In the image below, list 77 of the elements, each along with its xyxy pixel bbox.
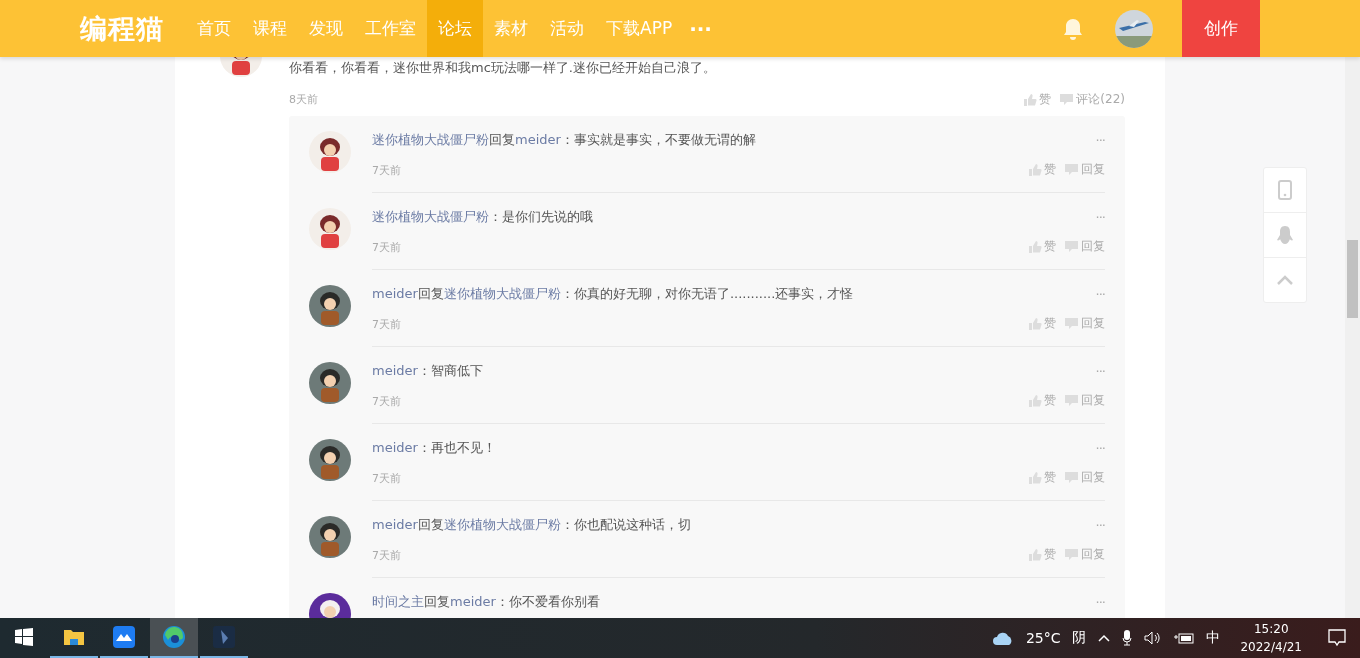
thumbs-up-icon: [1027, 393, 1042, 408]
reply-time: 7天前: [372, 163, 401, 178]
speaker-icon[interactable]: [1144, 631, 1163, 645]
more-menu[interactable]: ···: [689, 16, 712, 41]
nav-tab[interactable]: 首页: [186, 0, 242, 57]
nav-tab[interactable]: 素材: [483, 0, 539, 57]
speech-bubble-icon: [1064, 162, 1079, 177]
reply-text: meider回复迷你植物大战僵尸粉：你也配说这种话，切: [372, 516, 691, 534]
comment-link[interactable]: 回复: [1081, 546, 1105, 563]
reply-text: meider：智商低下: [372, 362, 483, 380]
nav-tab[interactable]: 工作室: [354, 0, 427, 57]
thumbs-up-icon: [1027, 162, 1042, 177]
more-menu[interactable]: ···: [1095, 594, 1105, 610]
like-link[interactable]: 赞: [1044, 315, 1056, 332]
app-icon: [113, 626, 135, 648]
speech-bubble-icon: [1064, 547, 1079, 562]
microphone-icon[interactable]: [1122, 630, 1133, 646]
reply-time: 7天前: [372, 548, 401, 563]
speech-bubble-icon: [1064, 470, 1079, 485]
temperature: 25°C: [1025, 630, 1061, 646]
more-menu[interactable]: ···: [1095, 132, 1105, 148]
like-link[interactable]: 赞: [1044, 238, 1056, 255]
nav-tab[interactable]: 发现: [298, 0, 354, 57]
nav-tab[interactable]: 下载APP: [595, 0, 684, 57]
speech-bubble-icon: [1059, 91, 1075, 107]
cloud-icon: [991, 630, 1014, 646]
more-menu[interactable]: ···: [1095, 286, 1105, 302]
app-icon: [213, 626, 235, 648]
like-link[interactable]: 赞: [1044, 546, 1056, 563]
browser-icon: [162, 625, 186, 649]
reply-time: 7天前: [372, 471, 401, 486]
speech-bubble-icon: [1064, 316, 1079, 331]
weather-text: 阴: [1072, 629, 1087, 647]
comment-link[interactable]: 回复: [1081, 469, 1105, 486]
comment-link[interactable]: 回复: [1081, 161, 1105, 178]
chevron-up-icon[interactable]: [1098, 634, 1111, 642]
like-link[interactable]: 赞: [1039, 90, 1052, 108]
thumbs-up-icon: [1027, 316, 1042, 331]
reply-time: 7天前: [372, 240, 401, 255]
speech-bubble-icon: [1064, 393, 1079, 408]
thumbs-up-icon: [1022, 91, 1038, 107]
comment-link[interactable]: 回复: [1081, 315, 1105, 332]
clock[interactable]: 15:20 2022/4/21: [1240, 620, 1302, 656]
more-menu[interactable]: ···: [1095, 209, 1105, 225]
like-link[interactable]: 赞: [1044, 469, 1056, 486]
more-menu[interactable]: ···: [1095, 517, 1105, 533]
comment-link[interactable]: 回复: [1081, 238, 1105, 255]
more-menu[interactable]: ···: [1095, 440, 1105, 456]
nav-tab[interactable]: 课程: [242, 0, 298, 57]
like-link[interactable]: 赞: [1044, 392, 1056, 409]
thumbs-up-icon: [1027, 239, 1042, 254]
comment-link[interactable]: 评论(22): [1076, 90, 1125, 108]
input-method-indicator[interactable]: 中: [1206, 629, 1221, 647]
folder-icon: [63, 627, 85, 647]
reply-text: 迷你植物大战僵尸粉：是你们先说的哦: [372, 208, 593, 226]
reply-text: 时间之主回复meider：你不爱看你别看: [372, 593, 600, 611]
windows-start-icon[interactable]: [15, 628, 33, 646]
comment-time: 8天前: [289, 91, 318, 107]
like-link[interactable]: 赞: [1044, 161, 1056, 178]
reply-text: meider回复迷你植物大战僵尸粉：你真的好无聊，对你无语了...........还事实，才怪: [372, 285, 854, 303]
speech-bubble-icon: [1064, 239, 1079, 254]
nav-tab[interactable]: 活动: [539, 0, 595, 57]
site-logo[interactable]: 编程猫: [80, 10, 164, 47]
reply-text: 迷你植物大战僵尸粉回复meider：事实就是事实，不要做无谓的解: [372, 131, 756, 149]
more-menu[interactable]: ···: [1095, 363, 1105, 379]
nav-tab[interactable]: 论坛: [427, 0, 483, 57]
comment-link[interactable]: 回复: [1081, 392, 1105, 409]
notification-icon[interactable]: [1328, 629, 1346, 647]
reply-time: 7天前: [372, 317, 401, 332]
reply-text: meider：再也不见！: [372, 439, 496, 457]
reply-time: 7天前: [372, 394, 401, 409]
thumbs-up-icon: [1027, 547, 1042, 562]
battery-icon[interactable]: [1174, 632, 1195, 644]
comment-text: 你看看，你看看，迷你世界和我mc玩法哪一样了.迷你已经开始自己浪了。: [289, 59, 717, 77]
thumbs-up-icon: [1027, 470, 1042, 485]
scrollbar-thumb[interactable]: [1347, 240, 1358, 318]
create-button[interactable]: 创作: [1182, 0, 1260, 57]
